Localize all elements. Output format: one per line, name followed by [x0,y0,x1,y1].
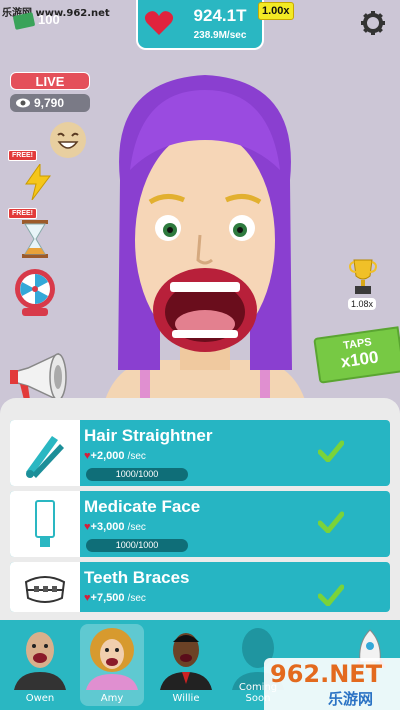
viewer-count-value: 9,790 [34,96,65,110]
watermark-logo: 962.NET 乐游网 [264,658,400,710]
upgrade-progress: 1000/1000 [86,468,188,481]
checkmark-icon [318,584,344,606]
watermark-site-text: 乐游网 [328,691,374,708]
taps-bonus-button[interactable]: TAPS x100 [313,326,400,384]
checkmark-icon [318,511,344,533]
upgrade-name: Hair Straightner [84,426,213,445]
upgrade-name: Medicate Face [84,497,201,516]
free-badge: FREE! [8,150,37,161]
checkmark-icon [318,440,344,462]
upgrade-icon-box [10,420,80,486]
upgrades-panel[interactable]: Hair Straightner ♥+2,000 /sec 1000/1000 … [0,398,400,620]
game-scene[interactable]: 乐游网 www.962.net 100 924.1T 238.9M/sec 1.… [0,0,400,420]
character-tile-amy[interactable]: Amy [80,624,144,706]
cash-amount: 100 [38,12,60,27]
hearts-rate: 238.9M/sec [193,30,247,41]
upgrade-card-hair-straightner[interactable]: Hair Straightner ♥+2,000 /sec 1000/1000 [10,420,390,486]
gear-icon[interactable] [360,10,386,36]
upgrade-rate: ♥+2,000 /sec [84,450,146,462]
laughing-emoji-icon[interactable] [50,122,86,158]
hair-straightener-icon [26,436,64,478]
prize-wheel-icon[interactable] [14,268,56,318]
character-name: Owen [25,693,55,704]
character-tile-owen[interactable]: Owen [8,624,72,706]
upgrade-icon-box [10,562,80,612]
upgrade-name: Teeth Braces [84,568,190,587]
amy-avatar [86,628,138,690]
character-name: Amy [100,693,124,704]
heart-icon [144,11,174,35]
upgrade-progress: 1000/1000 [86,539,188,552]
hourglass-boost-icon[interactable] [20,220,50,258]
multiplier-badge: 1.00x [258,2,294,20]
cash-icon [12,12,36,30]
upgrade-icon-box [10,491,80,557]
live-badge: LIVE [10,72,90,90]
trophy-icon[interactable] [348,258,378,296]
character-name: Willie [172,693,200,704]
free-badge: FREE! [8,208,37,219]
medicine-tube-icon [35,500,55,547]
willie-avatar [160,633,212,690]
viewer-count: 9,790 [10,94,90,112]
lightning-boost-icon[interactable] [24,164,52,200]
watermark-logo-text: 962.NET [270,660,383,688]
owen-avatar [14,632,66,690]
character-tile-willie[interactable]: Willie [154,624,218,706]
upgrade-card-teeth-braces[interactable]: Teeth Braces ♥+7,500 /sec [10,562,390,612]
teeth-braces-icon [24,576,66,603]
hearts-total: 924.1T [193,6,247,25]
upgrade-rate: ♥+3,000 /sec [84,521,146,533]
upgrade-rate: ♥+7,500 /sec [84,592,146,604]
eye-icon [16,98,30,108]
megaphone-icon[interactable] [10,350,72,404]
character-amy-face[interactable] [100,60,310,420]
trophy-multiplier: 1.08x [348,298,377,310]
upgrade-card-medicate-face[interactable]: Medicate Face ♥+3,000 /sec 1000/1000 [10,491,390,557]
hearts-stats-panel: 924.1T 238.9M/sec [136,0,264,50]
